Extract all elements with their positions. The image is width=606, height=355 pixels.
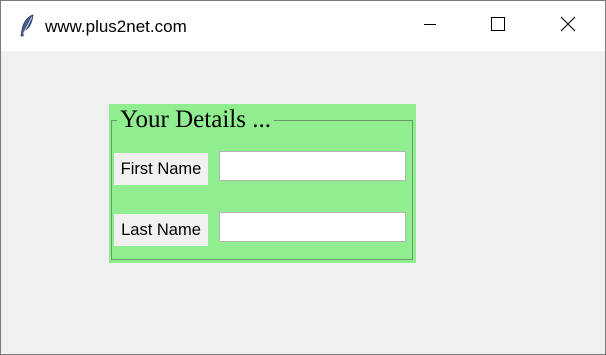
maximize-button[interactable] bbox=[475, 1, 521, 51]
maximize-icon bbox=[490, 16, 506, 36]
minimize-icon bbox=[422, 16, 438, 36]
feather-icon bbox=[17, 14, 37, 38]
app-window: www.plus2net.com Your Details ... First … bbox=[0, 0, 606, 355]
title-bar[interactable]: www.plus2net.com bbox=[1, 1, 605, 51]
close-icon bbox=[560, 16, 576, 36]
last-name-label: Last Name bbox=[114, 214, 208, 246]
labelframe-title: Your Details ... bbox=[117, 104, 274, 136]
close-button[interactable] bbox=[545, 1, 591, 51]
minimize-button[interactable] bbox=[407, 1, 453, 51]
first-name-input[interactable] bbox=[219, 151, 406, 181]
first-name-label: First Name bbox=[114, 153, 208, 185]
window-title: www.plus2net.com bbox=[45, 17, 187, 36]
window-client-area: Your Details ... First Name Last Name bbox=[1, 51, 605, 354]
last-name-input[interactable] bbox=[219, 212, 406, 242]
